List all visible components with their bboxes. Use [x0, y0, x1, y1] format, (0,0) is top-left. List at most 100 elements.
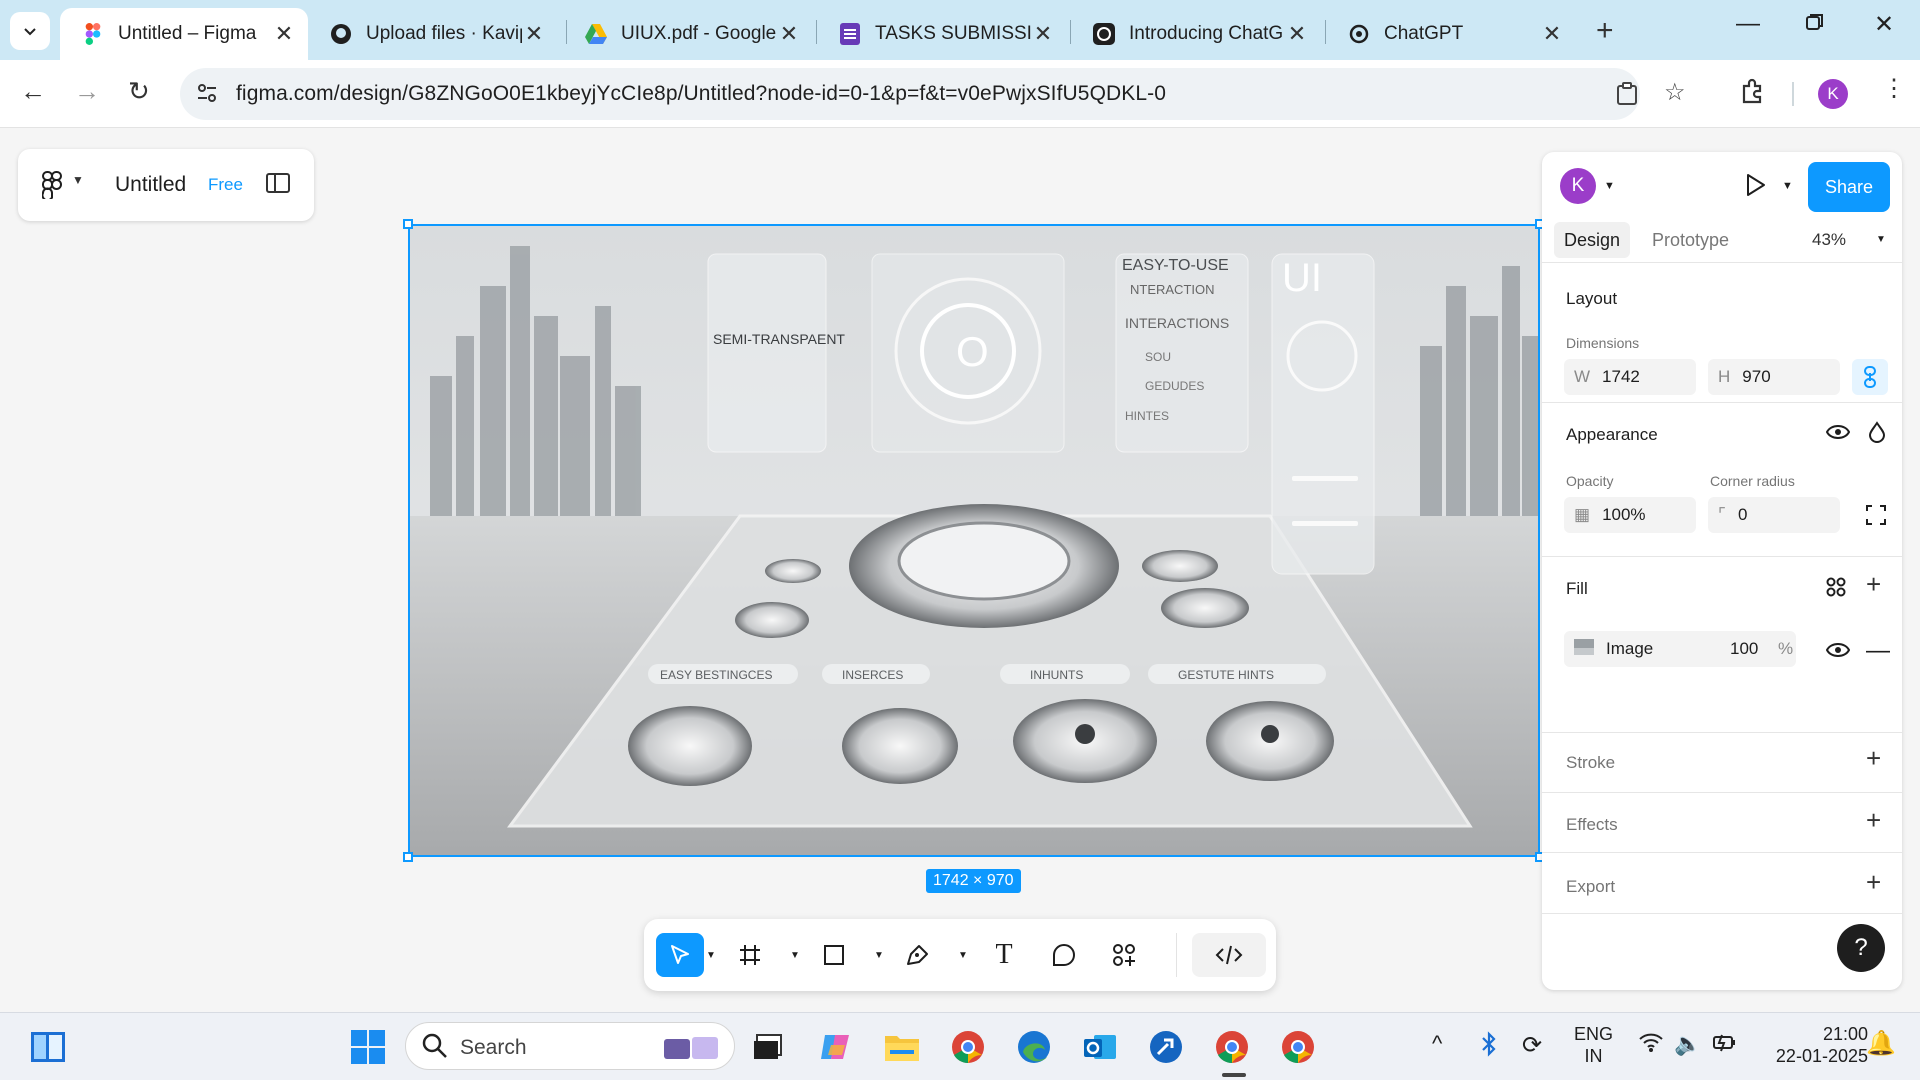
menu-kebab-icon[interactable]: ⋮	[1882, 74, 1906, 103]
tab-drive[interactable]: UIUX.pdf - Google ✕	[563, 8, 813, 60]
opacity-field[interactable]: ▦ 100%	[1564, 497, 1696, 533]
close-tab-icon[interactable]: ✕	[777, 21, 801, 47]
add-stroke-button[interactable]: +	[1866, 743, 1881, 774]
move-tool-button[interactable]	[656, 933, 704, 977]
user-avatar[interactable]: K	[1560, 168, 1596, 204]
address-bar[interactable]: figma.com/design/G8ZNGoO0E1kbeyjYcCIe8p/…	[180, 68, 1686, 120]
tab-chatgpt[interactable]: ChatGPT ✕	[1326, 8, 1576, 60]
visibility-eye-icon[interactable]	[1825, 423, 1851, 446]
taskbar-search[interactable]: Search	[405, 1022, 735, 1070]
remote-tool-icon[interactable]	[1146, 1027, 1186, 1067]
selected-image-frame[interactable]: SEMI-TRANSPAENT O EASY-TO-USE NTERACTION…	[408, 224, 1540, 857]
language-indicator[interactable]: ENG IN	[1574, 1023, 1613, 1067]
chevron-down-icon[interactable]: ▼	[1782, 180, 1793, 192]
shape-tool-button[interactable]	[814, 933, 854, 977]
task-view-icon[interactable]	[748, 1027, 788, 1067]
battery-icon[interactable]	[1712, 1031, 1738, 1058]
dev-mode-toggle[interactable]	[1192, 933, 1266, 977]
close-tab-icon[interactable]: ✕	[272, 21, 296, 47]
tray-chevron-up-icon[interactable]: ^	[1432, 1031, 1442, 1057]
tab-chatgpt-intro[interactable]: Introducing ChatG ✕	[1071, 8, 1321, 60]
chrome-icon[interactable]	[948, 1027, 988, 1067]
actions-tool-button[interactable]	[1104, 933, 1144, 977]
chevron-down-icon[interactable]: ▼	[72, 173, 84, 187]
width-field[interactable]: W 1742	[1564, 359, 1696, 395]
edge-icon[interactable]	[1014, 1027, 1054, 1067]
fill-visibility-eye-icon[interactable]	[1825, 641, 1851, 664]
chevron-down-icon[interactable]: ▼	[874, 933, 884, 977]
windows-start-icon[interactable]	[348, 1027, 388, 1067]
extensions-icon[interactable]	[1740, 78, 1766, 111]
new-tab-button[interactable]: +	[1596, 14, 1614, 48]
export-title[interactable]: Export	[1566, 877, 1615, 897]
restore-icon[interactable]	[1806, 10, 1824, 38]
site-settings-icon[interactable]	[196, 82, 218, 109]
url-text: figma.com/design/G8ZNGoO0E1kbeyjYcCIe8p/…	[236, 82, 1167, 105]
comment-tool-button[interactable]	[1044, 933, 1084, 977]
present-play-icon[interactable]	[1744, 172, 1768, 203]
plan-badge[interactable]: Free	[208, 175, 243, 195]
chrome-profile-k2-icon[interactable]	[1278, 1027, 1318, 1067]
styles-grid-icon[interactable]	[1826, 577, 1846, 602]
reload-icon[interactable]: ↻	[128, 76, 150, 107]
chevron-down-icon[interactable]: ▼	[1876, 234, 1886, 245]
independent-corners-icon[interactable]	[1866, 505, 1886, 530]
figma-menu-icon[interactable]	[41, 171, 62, 204]
pen-tool-button[interactable]	[898, 933, 938, 977]
notification-bell-icon[interactable]: 🔔	[1866, 1029, 1896, 1058]
remove-fill-icon[interactable]: —	[1866, 637, 1890, 665]
resize-handle[interactable]	[403, 219, 413, 229]
search-icon	[422, 1033, 448, 1064]
back-icon[interactable]: ←	[20, 76, 46, 107]
file-name[interactable]: Untitled	[115, 173, 186, 197]
close-tab-icon[interactable]: ✕	[522, 21, 546, 47]
add-fill-button[interactable]: +	[1866, 569, 1881, 600]
close-tab-icon[interactable]: ✕	[1285, 21, 1309, 47]
blend-mode-icon[interactable]	[1868, 421, 1886, 448]
volume-icon[interactable]: 🔈	[1674, 1031, 1701, 1057]
constrain-proportions-button[interactable]	[1852, 359, 1888, 395]
outlook-icon[interactable]	[1080, 1027, 1120, 1067]
tab-github[interactable]: Upload files · Kavip ✕	[308, 8, 558, 60]
forward-icon[interactable]: →	[74, 76, 100, 107]
profile-avatar[interactable]: K	[1818, 79, 1848, 109]
corner-radius-field[interactable]: ⌜ 0	[1708, 497, 1840, 533]
close-tab-icon[interactable]: ✕	[1031, 21, 1055, 47]
fill-type-field[interactable]: Image	[1564, 631, 1796, 667]
tab-search-button[interactable]	[10, 12, 50, 50]
fill-opacity-value[interactable]: 100	[1730, 639, 1758, 659]
stroke-title[interactable]: Stroke	[1566, 753, 1615, 773]
tab-forms[interactable]: TASKS SUBMISSIO ✕	[817, 8, 1067, 60]
add-effect-button[interactable]: +	[1866, 805, 1881, 836]
chrome-profile-k-icon[interactable]	[1212, 1027, 1252, 1067]
close-window-icon[interactable]: ✕	[1874, 10, 1894, 39]
sidebar-toggle-icon[interactable]	[266, 173, 290, 198]
tab-prototype[interactable]: Prototype	[1642, 222, 1739, 258]
minimize-icon[interactable]: —	[1736, 10, 1760, 38]
wifi-icon[interactable]	[1638, 1031, 1664, 1058]
chevron-down-icon[interactable]: ▼	[706, 933, 716, 977]
clock[interactable]: 21:00 22-01-2025	[1758, 1023, 1868, 1067]
bluetooth-icon[interactable]	[1480, 1031, 1498, 1062]
bookmark-star-icon[interactable]: ☆	[1664, 78, 1686, 107]
copilot-icon[interactable]	[816, 1027, 856, 1067]
sync-icon[interactable]: ⟳	[1522, 1031, 1542, 1060]
zoom-level[interactable]: 43%	[1812, 230, 1846, 250]
add-export-button[interactable]: +	[1866, 867, 1881, 898]
tab-design[interactable]: Design	[1554, 222, 1631, 258]
effects-title[interactable]: Effects	[1566, 815, 1618, 835]
chevron-down-icon[interactable]: ▼	[790, 933, 800, 977]
frame-tool-button[interactable]	[730, 933, 770, 977]
file-explorer-icon[interactable]	[882, 1027, 922, 1067]
resize-handle[interactable]	[403, 852, 413, 862]
help-button[interactable]: ?	[1837, 924, 1885, 972]
text-tool-button[interactable]: T	[984, 933, 1024, 977]
tab-figma[interactable]: Untitled – Figma ✕	[60, 8, 308, 60]
widgets-icon[interactable]	[28, 1027, 68, 1067]
chevron-down-icon[interactable]: ▼	[1604, 180, 1615, 192]
share-button[interactable]: Share	[1808, 162, 1890, 212]
close-tab-icon[interactable]: ✕	[1540, 21, 1564, 47]
chevron-down-icon[interactable]: ▼	[958, 933, 968, 977]
height-field[interactable]: H 970	[1708, 359, 1840, 395]
clipboard-icon[interactable]	[1616, 82, 1638, 111]
